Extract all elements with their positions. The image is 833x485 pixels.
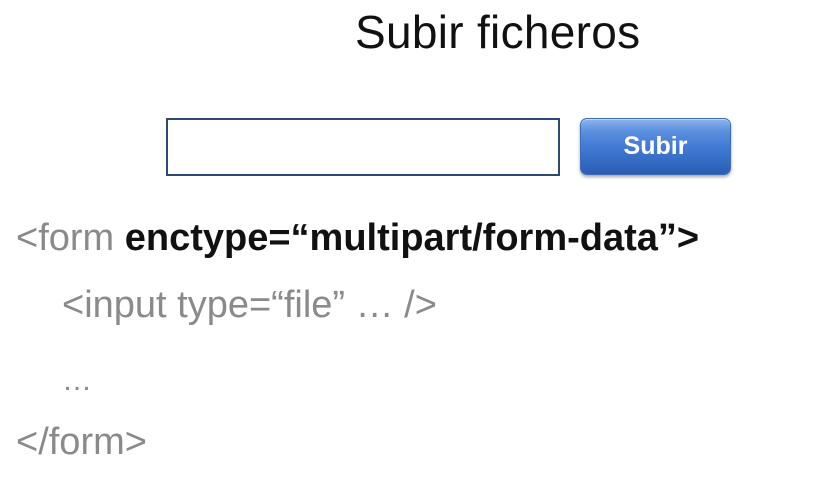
code-line-input: <input type=“file” … /> bbox=[62, 284, 437, 326]
file-input-box[interactable] bbox=[166, 118, 560, 176]
slide-title: Subir ficheros bbox=[355, 6, 641, 58]
slide: Subir ficheros Subir <form enctype=“mult… bbox=[0, 0, 833, 485]
code-line-form-open: <form enctype=“multipart/form-data”> bbox=[16, 214, 699, 262]
code-form-tag: <form bbox=[16, 217, 125, 259]
code-line-ellipsis: … bbox=[62, 364, 92, 397]
code-line-form-close: </form> bbox=[16, 421, 147, 463]
code-enctype-attribute: enctype=“multipart/form-data”> bbox=[124, 217, 700, 259]
upload-button[interactable]: Subir bbox=[580, 118, 731, 175]
